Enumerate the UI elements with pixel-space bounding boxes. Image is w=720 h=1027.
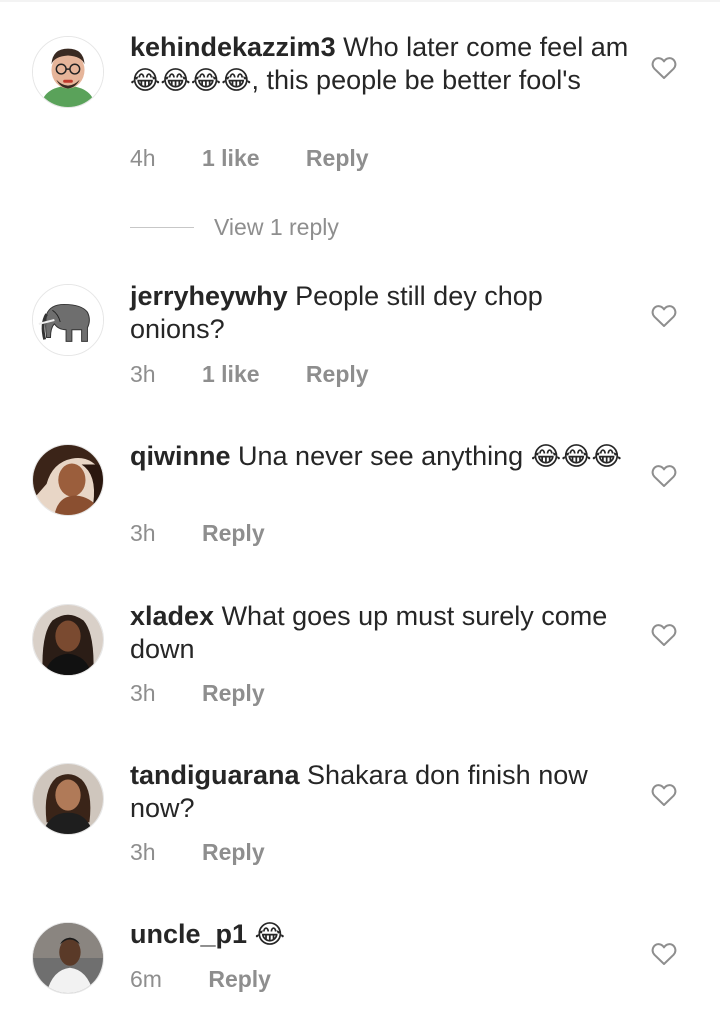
comment-username[interactable]: tandiguarana xyxy=(130,760,300,790)
avatar[interactable] xyxy=(32,604,104,676)
comment-username[interactable]: qiwinne xyxy=(130,441,231,471)
comment-time[interactable]: 3h xyxy=(130,361,156,388)
comment-meta: 3h Reply xyxy=(130,839,265,866)
comment-body: jerryheywhy People still dey chop onions… xyxy=(130,280,630,346)
heart-icon[interactable] xyxy=(651,304,677,328)
comment-meta: 4h 1 like Reply xyxy=(130,145,369,172)
view-replies-button[interactable]: View 1 reply xyxy=(130,212,339,242)
laughing-emoji: 😂😂😂 xyxy=(530,441,622,471)
avatar[interactable] xyxy=(32,284,104,356)
comment-body: xladex What goes up must surely come dow… xyxy=(130,600,630,666)
comment-body: qiwinne Una never see anything 😂😂😂 xyxy=(130,440,630,473)
man-photo-avatar-icon xyxy=(33,923,103,993)
laughing-emoji: 😂😂😂😂 xyxy=(130,65,252,95)
comment-body: kehindekazzim3 Who later come feel am 😂😂😂… xyxy=(130,31,630,97)
avatar[interactable] xyxy=(32,36,104,108)
comment-meta: 6m Reply xyxy=(130,966,271,993)
comment-username[interactable]: jerryheywhy xyxy=(130,281,288,311)
comment-text-continued: , this people be better fool's xyxy=(251,65,581,95)
woman-photo-avatar-icon xyxy=(33,764,103,834)
comment-text: Una never see anything xyxy=(238,441,524,471)
comment-time[interactable]: 4h xyxy=(130,145,156,172)
heart-icon[interactable] xyxy=(651,942,677,966)
cartoon-avatar-glasses-icon xyxy=(33,37,103,107)
comment-likes[interactable]: 1 like xyxy=(202,145,260,172)
view-replies-divider xyxy=(130,226,194,228)
comment-body: tandiguarana Shakara don finish now now? xyxy=(130,759,630,825)
comment-time[interactable]: 6m xyxy=(130,966,162,993)
comment-time[interactable]: 3h xyxy=(130,680,156,707)
comment-likes[interactable]: 1 like xyxy=(202,361,260,388)
reply-button[interactable]: Reply xyxy=(202,520,265,547)
woman-photo-avatar-icon xyxy=(33,605,103,675)
comment-username[interactable]: xladex xyxy=(130,601,214,631)
reply-button[interactable]: Reply xyxy=(208,966,271,993)
avatar[interactable] xyxy=(32,763,104,835)
heart-icon[interactable] xyxy=(651,464,677,488)
comment-time[interactable]: 3h xyxy=(130,520,156,547)
elephant-sketch-avatar-icon xyxy=(33,285,103,355)
woman-photo-avatar-icon xyxy=(33,445,103,515)
comment-meta: 3h Reply xyxy=(130,520,265,547)
comment-body: uncle_p1 😂 xyxy=(130,918,630,951)
comment-time[interactable]: 3h xyxy=(130,839,156,866)
heart-icon[interactable] xyxy=(651,623,677,647)
comment-meta: 3h Reply xyxy=(130,680,265,707)
comment-username[interactable]: uncle_p1 xyxy=(130,919,247,949)
comment-meta: 3h 1 like Reply xyxy=(130,361,369,388)
heart-icon[interactable] xyxy=(651,56,677,80)
comment-username[interactable]: kehindekazzim3 xyxy=(130,32,336,62)
top-divider xyxy=(0,0,720,2)
reply-button[interactable]: Reply xyxy=(202,680,265,707)
avatar[interactable] xyxy=(32,444,104,516)
view-replies-label: View 1 reply xyxy=(214,213,339,240)
reply-button[interactable]: Reply xyxy=(306,145,369,172)
laughing-emoji: 😂 xyxy=(254,919,285,949)
reply-button[interactable]: Reply xyxy=(202,839,265,866)
comment-text: Who later come feel am xyxy=(343,32,629,62)
heart-icon[interactable] xyxy=(651,783,677,807)
avatar[interactable] xyxy=(32,922,104,994)
reply-button[interactable]: Reply xyxy=(306,361,369,388)
